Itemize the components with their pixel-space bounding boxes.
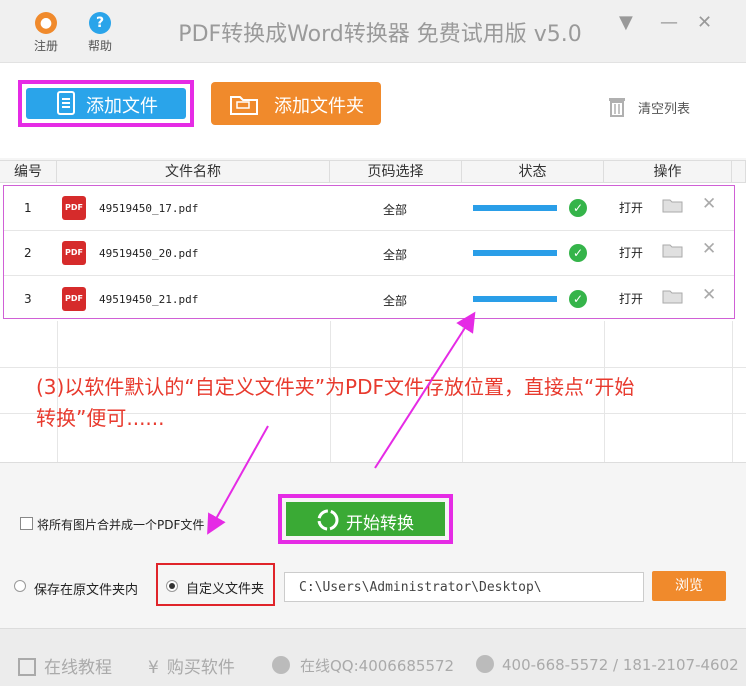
phone-label: 400-668-5572 / 181-2107-4602 [502, 656, 739, 674]
browse-button[interactable]: 浏览 [652, 571, 726, 601]
output-path-field[interactable]: C:\Users\Administrator\Desktop\ [284, 572, 644, 602]
output-path-value: C:\Users\Administrator\Desktop\ [299, 580, 542, 595]
save-original-radio[interactable] [14, 580, 26, 592]
custom-folder-radio[interactable] [166, 580, 178, 592]
custom-folder-label: 自定义文件夹 [186, 582, 265, 597]
buy-software-link[interactable]: ¥ 购买软件 [148, 653, 235, 678]
custom-folder-option[interactable]: 自定义文件夹 [156, 563, 275, 606]
qq-icon [272, 656, 290, 674]
save-original-option[interactable]: 保存在原文件夹内 [14, 578, 154, 598]
start-highlight: 开始转换 [278, 494, 453, 544]
start-convert-label: 开始转换 [346, 514, 414, 534]
arrow-to-folder-option [207, 425, 269, 535]
phone-icon [476, 655, 494, 673]
merge-images-checkbox[interactable] [20, 517, 33, 530]
buy-label: 购买软件 [166, 658, 235, 678]
browse-label: 浏览 [675, 578, 703, 594]
merge-images-option[interactable]: 将所有图片合并成一个PDF文件 [20, 516, 280, 532]
qq-link[interactable]: 在线QQ:4006685572 [272, 655, 454, 676]
online-tutorial-link[interactable]: 在线教程 [18, 653, 112, 678]
yuan-icon: ¥ [148, 658, 159, 678]
tutorial-icon [18, 658, 36, 676]
refresh-icon [317, 509, 339, 531]
tutorial-label: 在线教程 [44, 658, 112, 678]
merge-images-label: 将所有图片合并成一个PDF文件 [37, 518, 205, 532]
save-original-label: 保存在原文件夹内 [34, 583, 139, 598]
phone-info: 400-668-5572 / 181-2107-4602 [476, 655, 739, 674]
arrow-to-status [374, 311, 476, 469]
start-convert-button[interactable]: 开始转换 [286, 502, 445, 536]
qq-label: 在线QQ:4006685572 [300, 657, 455, 675]
footer: 在线教程 ¥ 购买软件 在线QQ:4006685572 400-668-5572 … [0, 628, 746, 686]
